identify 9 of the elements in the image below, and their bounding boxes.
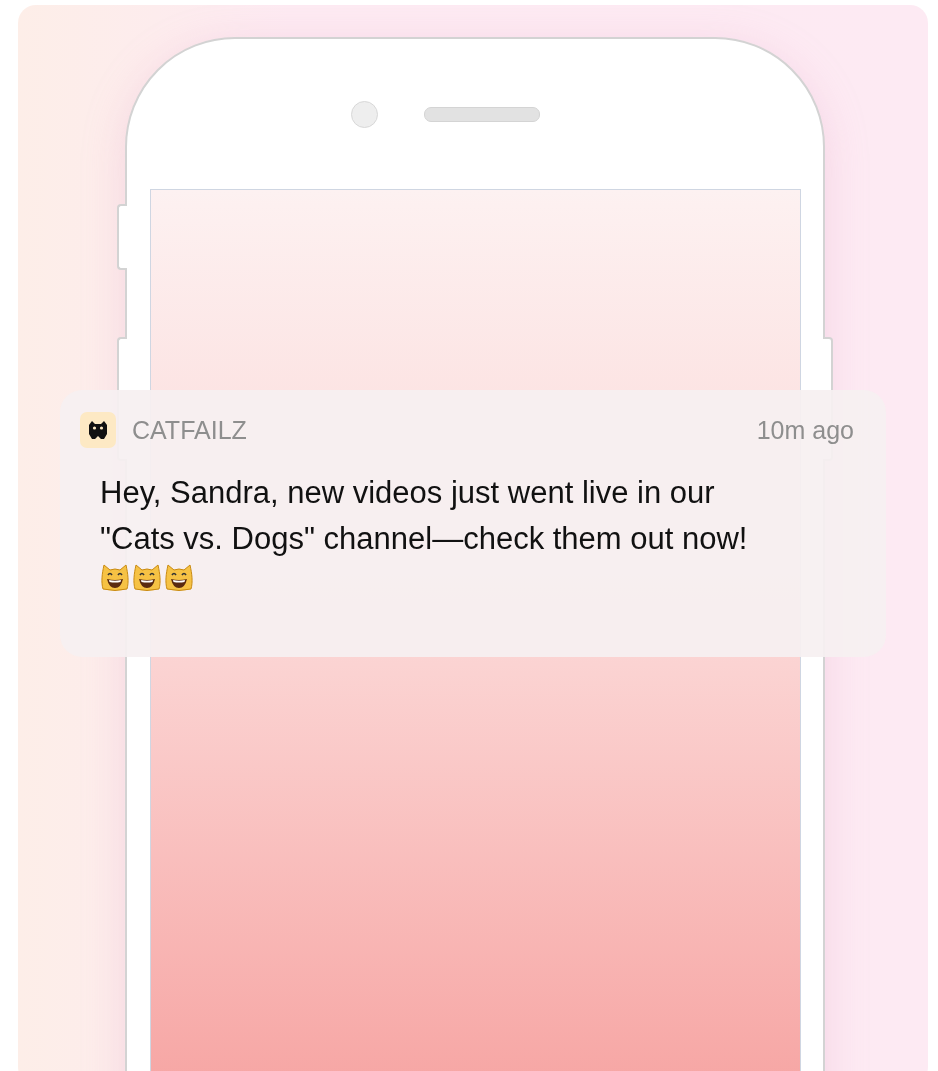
grinning-cat-icon [164,562,194,592]
camera-drawing [350,100,378,128]
app-icon [80,412,116,448]
app-name: CATFAILZ [132,415,247,445]
grinning-cat-icon [100,562,130,592]
notification-message: Hey, Sandra, new videos just went live in our "Cats vs. Dogs" channel—check them out now! [100,474,749,558]
notification-card[interactable]: CATFAILZ 10m ago Hey, Sandra, new videos just went live in our "Cats vs. Dogs" channel—check them out now! [60,390,886,657]
notification-time: 10m ago [756,415,854,445]
grinning-cat-icon [132,562,162,592]
